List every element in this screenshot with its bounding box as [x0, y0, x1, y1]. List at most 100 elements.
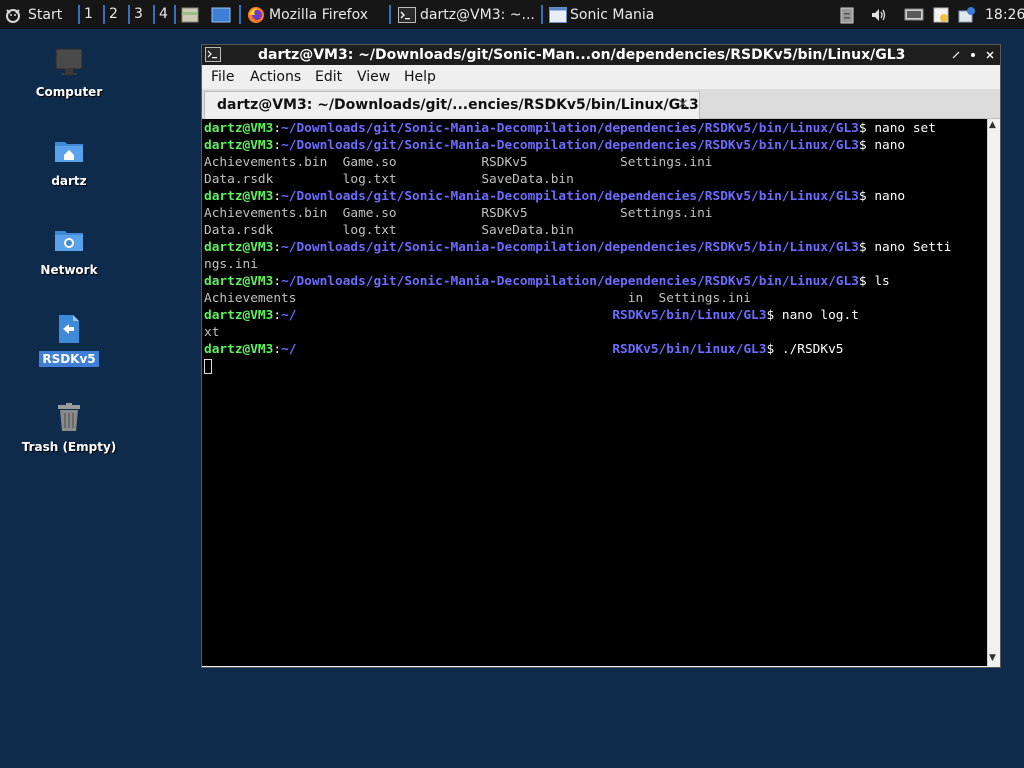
command: $ nano log.t	[766, 308, 859, 323]
start-label: Start	[28, 6, 63, 23]
desktop-icon-home[interactable]: dartz	[14, 135, 124, 189]
prompt-path: ~/ RSDKv5/bin/Linux/GL3	[281, 308, 767, 323]
separator	[153, 5, 155, 24]
prompt-separator: :	[273, 342, 282, 357]
desktop-icon-label: Network	[40, 263, 98, 277]
terminal-icon	[398, 6, 416, 23]
prompt-path: ~/Downloads/git/Sonic-Mania-Decompilatio…	[281, 121, 859, 136]
vertical-scrollbar[interactable]: ▲ ▼	[987, 119, 1000, 666]
desktop-icon-label: Computer	[35, 85, 103, 99]
separator	[103, 5, 105, 24]
tray-clipboard[interactable]	[840, 0, 854, 29]
tab-close-icon[interactable]: ×	[677, 96, 689, 112]
terminal-line: dartz@VM3:~/Downloads/git/Sonic-Mania-De…	[204, 240, 951, 255]
prompt-separator: :	[273, 308, 282, 323]
start-menu-icon	[6, 8, 20, 23]
minimize-icon[interactable]	[968, 50, 978, 60]
computer-icon	[53, 46, 85, 78]
clock[interactable]: 18:26	[985, 0, 1024, 29]
terminal-line: dartz@VM3:~/ RSDKv5/bin/Linux/GL3$ nano …	[204, 308, 859, 323]
desktop-icon-trash[interactable]: Trash (Empty)	[14, 401, 124, 455]
prompt-separator: :	[273, 240, 282, 255]
notes-icon	[933, 7, 949, 22]
executable-shortcut-icon	[53, 313, 85, 345]
prompt-path: ~/Downloads/git/Sonic-Mania-Decompilatio…	[281, 189, 859, 204]
desktop-icon-network[interactable]: Network	[14, 224, 124, 278]
command: $ nano	[858, 189, 906, 204]
terminal-line: dartz@VM3:~/Downloads/git/Sonic-Mania-De…	[204, 274, 890, 289]
updates-icon	[958, 6, 975, 22]
command: $ ./RSDKv5	[766, 342, 844, 357]
menu-help[interactable]: Help	[404, 69, 436, 85]
desktop-icon-label: Trash (Empty)	[21, 440, 117, 454]
network-icon	[904, 8, 924, 20]
task-label: Mozilla Firefox	[269, 6, 369, 23]
prompt-separator: :	[273, 189, 282, 204]
shade-icon[interactable]	[951, 50, 961, 60]
prompt-path: ~/Downloads/git/Sonic-Mania-Decompilatio…	[281, 240, 859, 255]
tray-network[interactable]	[904, 0, 924, 29]
separator	[174, 5, 176, 24]
show-desktop-button[interactable]	[211, 0, 231, 29]
file-manager-launcher[interactable]	[181, 0, 199, 29]
menu-file[interactable]: File	[211, 69, 234, 85]
desktop-icon	[211, 7, 231, 22]
tray-updates[interactable]	[958, 0, 976, 29]
menu-view[interactable]: View	[357, 69, 390, 85]
prompt-separator: :	[273, 121, 282, 136]
terminal-line: dartz@VM3:~/Downloads/git/Sonic-Mania-De…	[204, 121, 936, 136]
terminal-output[interactable]: dartz@VM3:~/Downloads/git/Sonic-Mania-De…	[202, 119, 987, 666]
prompt-user: dartz@VM3	[204, 138, 274, 153]
tab-title: dartz@VM3: ~/Downloads/git/...encies/RSD…	[217, 97, 699, 113]
tray-volume[interactable]	[870, 0, 888, 29]
home-folder-icon	[53, 135, 85, 167]
separator	[78, 5, 80, 24]
workspace-4[interactable]: 4	[159, 0, 168, 29]
task-label: Sonic Mania	[570, 6, 655, 23]
window-icon	[549, 6, 567, 23]
command: $ nano set	[858, 121, 936, 136]
output-line: Achievements.bin Game.so RSDKv5 Settings…	[204, 155, 713, 170]
terminal-text: dartz@VM3:~/Downloads/git/Sonic-Mania-De…	[204, 120, 951, 375]
scroll-down-icon[interactable]: ▼	[989, 653, 996, 663]
workspace-2[interactable]: 2	[109, 0, 118, 29]
output-line: Achievements in Settings.ini	[204, 291, 752, 306]
command: $ ls	[858, 274, 890, 289]
command: $ nano	[858, 138, 906, 153]
close-icon[interactable]	[985, 50, 995, 60]
tray-notes[interactable]	[932, 0, 950, 29]
workspace-3[interactable]: 3	[134, 0, 143, 29]
task-terminal[interactable]: dartz@VM3: ~...	[398, 0, 535, 29]
prompt-path: ~/Downloads/git/Sonic-Mania-Decompilatio…	[281, 274, 859, 289]
prompt-separator: :	[273, 138, 282, 153]
clock-time: 18:26	[985, 6, 1024, 23]
workspace-1[interactable]: 1	[84, 0, 93, 29]
network-folder-icon	[53, 224, 85, 256]
tab-bar: dartz@VM3: ~/Downloads/git/...encies/RSD…	[202, 89, 1000, 119]
task-label: dartz@VM3: ~...	[420, 6, 535, 23]
task-sonic-mania[interactable]: Sonic Mania	[549, 0, 654, 29]
output-line: Achievements.bin Game.so RSDKv5 Settings…	[204, 206, 713, 221]
window-titlebar[interactable]: dartz@VM3: ~/Downloads/git/Sonic-Man...o…	[202, 45, 1000, 65]
output-line: Data.rsdk log.txt SaveData.bin	[204, 172, 574, 187]
menu-bar: File Actions Edit View Help	[202, 66, 1000, 89]
prompt-path: ~/ RSDKv5/bin/Linux/GL3	[281, 342, 767, 357]
start-button[interactable]: Start	[4, 0, 62, 29]
desktop-icon-rsdkv5[interactable]: RSDKv5	[14, 313, 124, 367]
terminal-line: dartz@VM3:~/Downloads/git/Sonic-Mania-De…	[204, 189, 905, 204]
scroll-up-icon[interactable]: ▲	[989, 120, 996, 130]
terminal-icon	[205, 47, 221, 62]
prompt-user: dartz@VM3	[204, 274, 274, 289]
volume-icon	[872, 8, 886, 21]
output-line: ngs.ini	[204, 257, 258, 272]
separator	[239, 5, 241, 24]
prompt-user: dartz@VM3	[204, 308, 274, 323]
tab-terminal[interactable]: dartz@VM3: ~/Downloads/git/...encies/RSD…	[204, 91, 700, 119]
menu-edit[interactable]: Edit	[315, 69, 342, 85]
menu-actions[interactable]: Actions	[250, 69, 301, 85]
separator	[128, 5, 130, 24]
output-line: xt	[204, 325, 220, 340]
prompt-separator: :	[273, 274, 282, 289]
desktop-icon-computer[interactable]: Computer	[14, 46, 124, 100]
task-firefox[interactable]: Mozilla Firefox	[247, 0, 368, 29]
